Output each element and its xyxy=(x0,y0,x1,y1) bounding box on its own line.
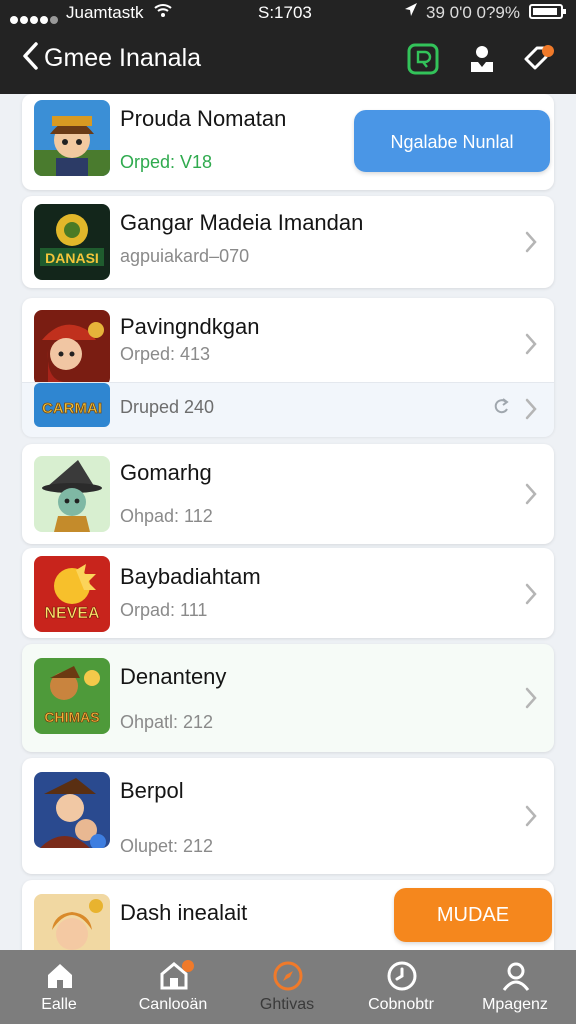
list-item[interactable]: Prouda Nomatan Orped: V18 Ngalabe Nunlal xyxy=(22,94,554,190)
clock-icon xyxy=(387,961,417,991)
icon-art-text: CHIMAS xyxy=(44,709,99,725)
download-icon[interactable] xyxy=(465,42,499,76)
game-status: Orped: V18 xyxy=(120,152,213,172)
wifi-icon xyxy=(154,2,172,23)
chevron-right-icon xyxy=(525,398,537,420)
game-meta: Orpad: 111 xyxy=(120,600,208,620)
chevron-right-icon xyxy=(525,483,537,505)
game-meta: agpuiakard–070 xyxy=(120,246,250,266)
tab-label: Ealle xyxy=(41,996,77,1013)
list-item[interactable]: Dash inealait MUDAE xyxy=(22,880,554,960)
game-icon xyxy=(34,456,110,532)
game-name: Denanteny xyxy=(120,664,227,689)
status-right-text: 39 0'0 0?9% xyxy=(426,3,520,22)
tab-label: Cobnobtr xyxy=(368,996,434,1013)
list-item[interactable]: CARMAI Druped 240 xyxy=(22,382,554,437)
game-icon: CHIMAS xyxy=(34,658,110,734)
game-name: Baybadiahtam xyxy=(120,564,261,589)
mudae-button[interactable]: MUDAE xyxy=(394,888,552,942)
list-item[interactable]: NEVEA Baybadiahtam Orpad: 111 xyxy=(22,548,554,638)
tab-bar: Ealle Canlooän Ghtivas Cobnobtr Mpagenz xyxy=(0,950,576,1024)
person-icon xyxy=(502,962,530,991)
verified-icon[interactable] xyxy=(406,42,440,76)
tab-home[interactable]: Ealle xyxy=(4,950,114,1024)
icon-art-text: NEVEA xyxy=(44,605,100,622)
back-chevron-icon[interactable] xyxy=(20,40,42,72)
list-item[interactable]: Berpol Olupet: 212 xyxy=(22,758,554,874)
status-bar: Juamtastk S:1703 39 0'0 0?9% xyxy=(0,0,576,26)
home-icon xyxy=(48,964,72,988)
signal-icon xyxy=(10,9,60,29)
tab-label: Ghtivas xyxy=(259,996,315,1013)
chevron-right-icon xyxy=(525,805,537,827)
game-icon: DANASI xyxy=(34,204,110,280)
primary-action-button[interactable]: Ngalabe Nunlal xyxy=(354,110,550,172)
location-icon xyxy=(404,2,418,22)
game-meta: Druped 240 xyxy=(120,397,215,417)
carrier-name: Juamtastk xyxy=(66,3,144,22)
notification-tag-icon[interactable] xyxy=(522,42,556,76)
tab-label: Canlooän xyxy=(138,996,208,1013)
compass-icon xyxy=(273,961,303,991)
list-item[interactable]: CHIMAS Denanteny Ohpatl: 212 xyxy=(22,644,554,752)
tab-explore[interactable]: Ghtivas xyxy=(232,950,342,1024)
game-name: Pavingndkgan xyxy=(120,314,260,339)
icon-art-text: CARMAI xyxy=(42,400,102,417)
game-icon xyxy=(34,100,110,176)
notification-badge xyxy=(182,960,194,972)
game-meta: Ohpad: 112 xyxy=(120,506,213,526)
chevron-right-icon[interactable] xyxy=(524,332,538,356)
status-time: S:1703 xyxy=(258,3,312,22)
battery-icon xyxy=(529,4,566,19)
tab-profile[interactable]: Mpagenz xyxy=(460,950,570,1024)
game-icon: CARMAI xyxy=(34,383,110,427)
list-item[interactable]: DANASI Gangar Madeia Imandan agpuiakard–… xyxy=(22,196,554,288)
refresh-icon[interactable] xyxy=(494,397,510,420)
game-name: Berpol xyxy=(120,778,184,803)
list-group: Pavingndkgan Orped: 413 CARMAI Druped 24… xyxy=(22,298,554,437)
page-title: Gmee Inanala xyxy=(44,44,202,72)
navigation-bar: Gmee Inanala xyxy=(0,30,576,90)
game-meta: Orped: 413 xyxy=(120,344,211,364)
game-icon xyxy=(34,772,110,848)
top-bar: Juamtastk S:1703 39 0'0 0?9% Gmee Inanal… xyxy=(0,0,576,94)
list-item[interactable]: Gomarhg Ohpad: 112 xyxy=(22,444,554,544)
game-name: Gomarhg xyxy=(120,460,212,485)
chevron-right-icon xyxy=(525,231,537,253)
tab-label: Mpagenz xyxy=(482,996,548,1013)
game-name: Prouda Nomatan xyxy=(120,106,287,131)
game-meta: Ohpatl: 212 xyxy=(120,712,214,732)
game-icon: NEVEA xyxy=(34,556,110,632)
chevron-right-icon xyxy=(525,583,537,605)
game-meta: Olupet: 212 xyxy=(120,836,214,856)
game-icon xyxy=(34,310,110,386)
game-name: Gangar Madeia Imandan xyxy=(120,210,364,235)
chevron-right-icon xyxy=(525,687,537,709)
tab-shop[interactable]: Canlooän xyxy=(118,950,228,1024)
tab-activity[interactable]: Cobnobtr xyxy=(346,950,456,1024)
game-name: Dash inealait xyxy=(120,900,248,925)
icon-art-text: DANASI xyxy=(45,250,99,266)
